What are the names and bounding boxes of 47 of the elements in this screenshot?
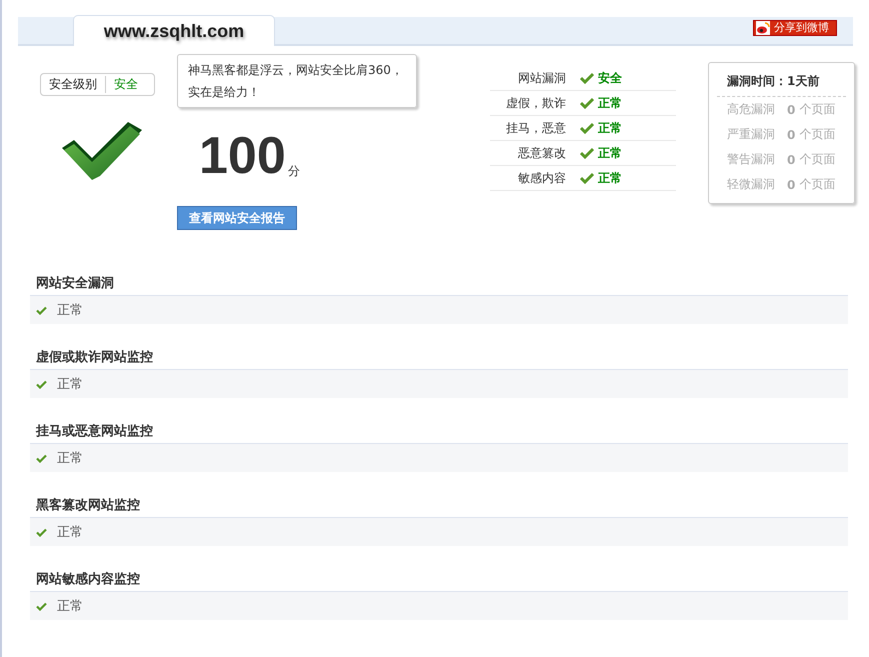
check-icon — [36, 454, 47, 462]
vuln-count: 0 — [787, 102, 796, 116]
speech-bubble: 神马黑客都是浮云，网站安全比肩360，实在是给力！ — [177, 54, 417, 108]
share-button[interactable]: 分享到微博 — [753, 20, 837, 36]
vuln-unit: 个页面 — [799, 126, 836, 143]
check-icon — [36, 380, 47, 388]
check-icon — [580, 147, 594, 159]
check-label: 虚假，欺诈 — [505, 94, 566, 112]
site-tab[interactable]: www.zsqhlt.com — [73, 15, 275, 46]
level-label: 安全级别 — [41, 76, 106, 93]
vuln-unit: 个页面 — [799, 101, 836, 118]
check-icon — [36, 306, 47, 314]
section-result: 正常 — [57, 450, 83, 467]
section-result: 正常 — [57, 376, 83, 393]
check-status: 正常 — [598, 170, 622, 186]
vuln-level-label: 严重漏洞 — [727, 126, 775, 143]
check-icon — [580, 172, 594, 184]
check-label: 网站漏洞 — [517, 70, 566, 86]
check-label: 挂马，恶意 — [505, 120, 566, 136]
vuln-unit: 个页面 — [799, 151, 836, 168]
vuln-level-label: 轻微漏洞 — [727, 176, 775, 193]
check-status: 正常 — [598, 120, 622, 136]
vuln-count: 0 — [787, 152, 796, 166]
vuln-count: 0 — [787, 128, 796, 142]
vuln-level-label: 高危漏洞 — [727, 101, 775, 118]
score-unit: 分 — [288, 163, 300, 180]
check-icon — [580, 122, 594, 134]
vuln-unit: 个页面 — [799, 176, 836, 193]
view-report-button[interactable]: 查看网站安全报告 — [177, 206, 297, 230]
check-icon — [580, 72, 594, 84]
vuln-count: 0 — [787, 178, 796, 192]
level-value: 安全 — [113, 76, 139, 93]
check-label: 恶意篡改 — [517, 144, 566, 162]
check-label: 敏感内容 — [517, 170, 566, 186]
check-status: 正常 — [598, 144, 622, 162]
vuln-level-label: 警告漏洞 — [727, 151, 775, 168]
section-result: 正常 — [57, 524, 83, 541]
check-status: 正常 — [598, 94, 622, 112]
popup-title: 漏洞时间：1天前 — [717, 73, 846, 97]
section-result: 正常 — [57, 598, 83, 615]
section-result: 正常 — [57, 302, 83, 319]
check-icon — [36, 602, 47, 610]
check-icon — [36, 528, 47, 536]
score-value: 100 — [199, 132, 286, 180]
check-status: 安全 — [598, 70, 622, 86]
weibo-icon — [756, 20, 770, 34]
check-icon — [580, 97, 594, 109]
